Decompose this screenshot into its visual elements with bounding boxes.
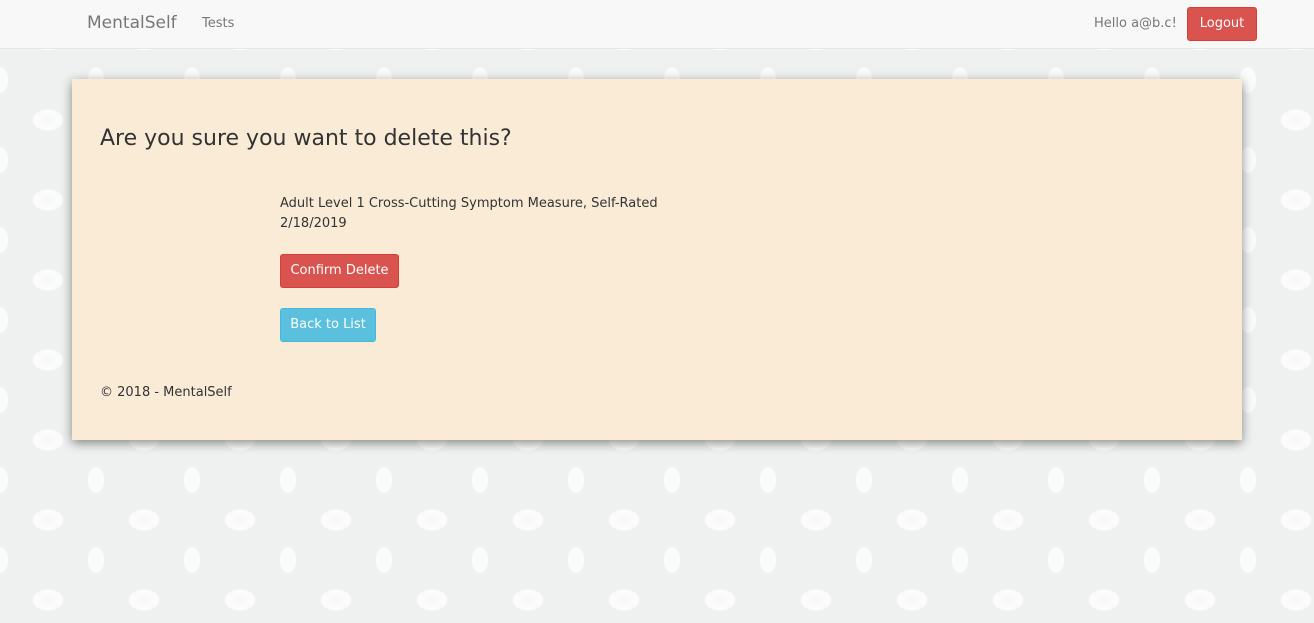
back-to-list-button[interactable]: Back to List [280,308,376,342]
test-date: 2/18/2019 [280,216,347,231]
confirm-delete-button[interactable]: Confirm Delete [280,254,399,288]
test-name: Adult Level 1 Cross-Cutting Symptom Meas… [280,196,658,211]
page-title: Are you sure you want to delete this? [100,126,512,151]
brand-link[interactable]: MentalSelf [87,13,177,33]
user-greeting-link[interactable]: Hello a@b.c! [1094,16,1177,31]
top-navbar: MentalSelf Tests Hello a@b.c! Logout [0,0,1314,49]
footer-copyright: © 2018 - MentalSelf [100,385,232,400]
logout-button[interactable]: Logout [1187,7,1257,41]
nav-link-tests[interactable]: Tests [202,16,234,31]
delete-confirmation-panel: Are you sure you want to delete this? Ad… [72,79,1242,440]
